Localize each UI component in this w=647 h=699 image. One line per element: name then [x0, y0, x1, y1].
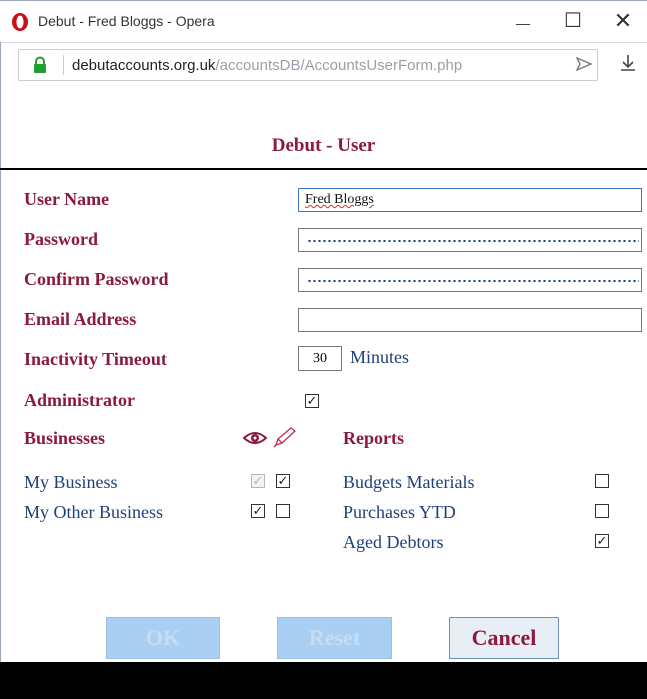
- page-title: Debut - User: [271, 135, 376, 156]
- administrator-checkbox[interactable]: ✓: [305, 394, 319, 408]
- report-name: Purchases YTD: [343, 502, 456, 522]
- password-field[interactable]: [298, 228, 642, 252]
- download-icon[interactable]: [618, 53, 638, 73]
- business-name: My Business: [24, 472, 118, 492]
- cancel-button[interactable]: Cancel: [449, 617, 559, 659]
- businesses-heading: Businesses: [24, 428, 106, 448]
- administrator-label: Administrator: [24, 390, 135, 410]
- report-checkbox[interactable]: ✓: [595, 534, 609, 548]
- title-divider: [0, 168, 647, 170]
- eye-icon: [243, 432, 267, 444]
- email-label: Email Address: [24, 309, 137, 329]
- address-bar: debutaccounts.org.uk/accountsDB/Accounts…: [0, 42, 647, 93]
- business-view-checkbox: ✓: [251, 473, 265, 488]
- report-name: Budgets Materials: [343, 472, 475, 492]
- minutes-label: Minutes: [350, 347, 410, 367]
- email-field[interactable]: [298, 308, 642, 332]
- business-edit-checkbox[interactable]: [276, 504, 290, 518]
- business-view-checkbox[interactable]: ✓: [251, 504, 265, 518]
- inactivity-timeout-label: Inactivity Timeout: [24, 349, 167, 369]
- maximize-button[interactable]: ☐: [556, 5, 590, 37]
- password-label: Password: [24, 229, 99, 249]
- confirm-password-label: Confirm Password: [24, 269, 169, 289]
- inactivity-timeout-field[interactable]: 30: [298, 346, 342, 371]
- url-path: /accountsDB/AccountsUserForm.php: [215, 57, 463, 74]
- window-title: Debut - Fred Bloggs - Opera: [38, 13, 215, 29]
- report-checkbox[interactable]: [595, 474, 609, 488]
- business-name: My Other Business: [24, 502, 163, 522]
- pen-icon: [273, 427, 297, 448]
- opera-logo-icon: [12, 13, 28, 31]
- password-mask: [307, 239, 639, 242]
- report-name: Aged Debtors: [343, 532, 444, 552]
- user-name-value: Fred Bloggs: [305, 192, 374, 207]
- reset-button[interactable]: Reset: [277, 617, 392, 659]
- url-field[interactable]: debutaccounts.org.uk/accountsDB/Accounts…: [18, 49, 598, 81]
- minimize-button[interactable]: —: [506, 5, 540, 37]
- url-divider: [63, 55, 64, 75]
- confirm-password-field[interactable]: [298, 268, 642, 292]
- reports-heading: Reports: [343, 428, 404, 448]
- url-text: debutaccounts.org.uk/accountsDB/Accounts…: [72, 57, 462, 74]
- footer-bar: [0, 662, 647, 699]
- lock-icon: [34, 56, 46, 73]
- url-host: debutaccounts.org.uk: [72, 57, 216, 74]
- browser-titlebar: Debut - Fred Bloggs - Opera — ☐ ✕: [0, 0, 647, 43]
- send-page-icon[interactable]: [573, 53, 595, 75]
- ok-button[interactable]: OK: [106, 617, 220, 659]
- business-edit-checkbox[interactable]: ✓: [276, 474, 290, 488]
- user-name-field[interactable]: Fred Bloggs: [298, 188, 642, 212]
- user-name-label: User Name: [24, 189, 110, 209]
- confirm-password-mask: [307, 279, 639, 282]
- report-checkbox[interactable]: [595, 504, 609, 518]
- close-button[interactable]: ✕: [606, 5, 640, 37]
